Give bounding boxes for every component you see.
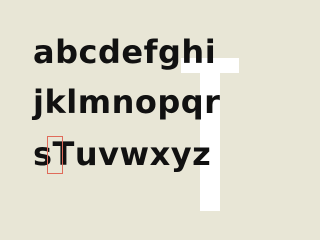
glyph-run-uvwxyz: uvwxyz — [74, 135, 212, 173]
glyph-highlight-box — [47, 136, 63, 174]
type-specimen: abcdefghi jklmnopqr sTuvwxyz — [0, 0, 264, 211]
alphabet-row-1: abcdefghi — [33, 33, 217, 71]
alphabet-row-2: jklmnopqr — [33, 83, 221, 121]
